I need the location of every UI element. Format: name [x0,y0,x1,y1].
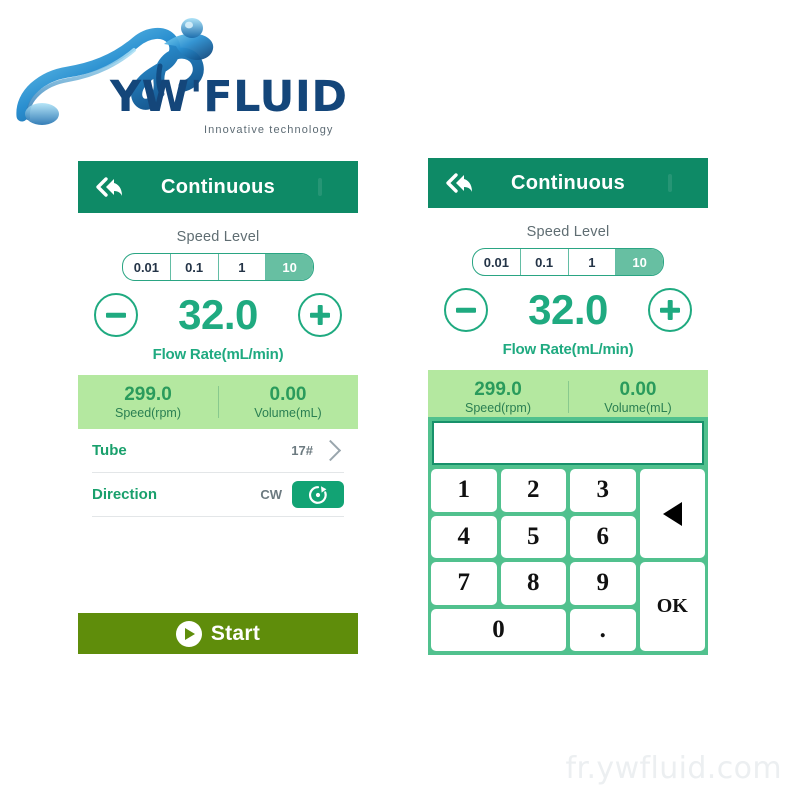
speed-level-option-0[interactable]: 0.01 [123,254,171,280]
flow-rate-caption-right: Flow Rate(mL/min) [502,341,634,358]
header-right-mark [318,178,322,196]
back-double-arrow-icon[interactable] [444,172,474,194]
key-0[interactable]: 0 [431,608,566,651]
play-icon [175,620,202,647]
back-double-arrow-icon[interactable] [94,176,124,198]
header-right-mark [668,174,672,192]
flow-rate-stepper: 32.0 [78,293,358,337]
speed-level-option-3[interactable]: 10 [616,249,663,275]
speed-level-option-3[interactable]: 10 [266,254,313,280]
site-watermark: fr.ywfluid.com [565,751,782,786]
rotate-clockwise-icon[interactable] [292,481,344,508]
stat-speed: 299.0 Speed(rpm) [78,384,218,421]
stat-volume: 0.00 Volume(mL) [568,379,708,416]
keypad-display[interactable] [432,421,704,465]
plus-bar-v [667,300,673,320]
backspace-arrow-icon[interactable] [639,469,705,558]
plus-circle-icon[interactable] [298,293,342,337]
key-6[interactable]: 6 [570,515,636,558]
chevron-right-icon[interactable] [319,439,342,462]
stat-speed-value: 299.0 [474,378,522,400]
row-tube[interactable]: Tube 17# [92,429,344,473]
key-7[interactable]: 7 [431,562,497,605]
speed-level-option-2[interactable]: 1 [569,249,617,275]
panel-header: Continuous [78,161,358,213]
row-direction[interactable]: Direction CW [92,473,344,517]
flow-rate-value-right[interactable]: 32.0 [514,289,622,331]
plus-bar-v [317,305,323,325]
row-direction-value: CW [260,487,282,502]
stats-band: 299.0 Speed(rpm) 0.00 Volume(mL) [78,375,358,429]
device-screen-keypad: Continuous Speed Level 0.01 0.1 1 10 32.… [428,158,708,658]
speed-level-label: Speed Level [176,229,260,245]
minus-circle-icon[interactable] [444,288,488,332]
start-button-label: Start [210,621,261,645]
start-button[interactable]: Start [78,613,358,654]
stat-volume-caption: Volume(mL) [254,406,322,421]
key-decimal-point[interactable]: . [570,608,636,651]
minus-bar [456,307,476,313]
panel-header-right: Continuous [428,158,708,208]
stat-volume-value: 0.00 [269,383,307,405]
minus-circle-icon[interactable] [94,293,138,337]
speed-level-segmented-control[interactable]: 0.01 0.1 1 10 [122,253,314,281]
stat-volume-value: 0.00 [619,378,657,400]
stat-speed-caption: Speed(rpm) [115,406,181,421]
play-triangle [185,627,196,640]
speed-level-segmented-control-right[interactable]: 0.01 0.1 1 10 [472,248,664,276]
speed-level-option-1[interactable]: 0.1 [521,249,569,275]
speed-level-option-0[interactable]: 0.01 [473,249,521,275]
key-9[interactable]: 9 [570,562,636,605]
row-tube-label: Tube [92,442,127,459]
flow-rate-value[interactable]: 32.0 [164,294,272,336]
speed-level-option-2[interactable]: 1 [219,254,267,280]
device-screen-continuous: Continuous Speed Level 0.01 0.1 1 10 32.… [78,161,358,661]
stats-divider [568,381,570,413]
stat-speed: 299.0 Speed(rpm) [428,379,568,416]
brand-tagline: Innovative technology [204,124,334,136]
backspace-triangle [662,501,682,526]
key-2[interactable]: 2 [500,469,566,512]
brand-logo: YW'FLUID Innovative technology [14,14,347,136]
stat-volume: 0.00 Volume(mL) [218,384,358,421]
plus-circle-icon[interactable] [648,288,692,332]
key-ok[interactable]: OK [639,562,705,651]
key-8[interactable]: 8 [500,562,566,605]
page-title-right: Continuous [510,171,626,194]
keypad-grid: 1 2 3 4 5 6 7 8 9 OK 0 . [431,469,705,651]
speed-level-option-1[interactable]: 0.1 [171,254,219,280]
key-1[interactable]: 1 [431,469,497,512]
stat-speed-value: 299.0 [124,383,172,405]
row-tube-value: 17# [291,443,313,458]
stat-volume-caption: Volume(mL) [604,401,672,416]
minus-bar [106,312,126,318]
row-direction-label: Direction [92,486,158,503]
key-4[interactable]: 4 [431,515,497,558]
flow-rate-caption: Flow Rate(mL/min) [152,346,284,363]
stat-speed-caption: Speed(rpm) [465,401,531,416]
stats-divider [218,386,220,418]
key-3[interactable]: 3 [570,469,636,512]
brand-name: YW'FLUID [110,72,348,122]
speed-level-label-right: Speed Level [526,224,610,240]
page-title: Continuous [160,175,276,198]
stats-band-right: 299.0 Speed(rpm) 0.00 Volume(mL) [428,370,708,424]
numeric-keypad: 1 2 3 4 5 6 7 8 9 OK 0 . [428,417,708,655]
key-5[interactable]: 5 [500,515,566,558]
flow-rate-stepper-right: 32.0 [428,288,708,332]
